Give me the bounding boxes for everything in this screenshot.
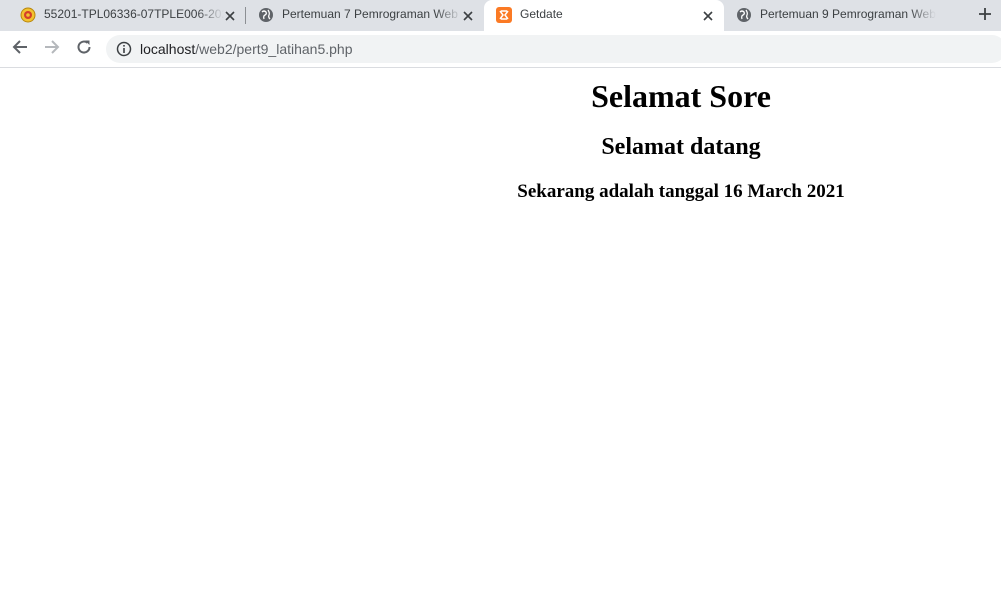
greeting-heading: Selamat Sore xyxy=(591,78,771,114)
tab-course[interactable]: 55201-TPL06336-07TPLE006-2021 xyxy=(8,0,246,31)
url-host: localhost xyxy=(140,41,196,57)
tab-pertemuan-9[interactable]: Pertemuan 9 Pemrograman Web 2 xyxy=(724,0,964,31)
close-icon[interactable] xyxy=(460,8,476,24)
toolbar: localhost/web2/pert9_latihan5.php xyxy=(0,31,1001,68)
browser-window: 55201-TPL06336-07TPLE006-2021 Pertemuan … xyxy=(0,0,1001,598)
tab-title: Getdate xyxy=(520,7,563,21)
tab-title: Pertemuan 9 Pemrograman Web 2 xyxy=(760,7,936,21)
date-heading: Sekarang adalah tanggal 16 March 2021 xyxy=(517,181,845,202)
url-path: /web2/pert9_latihan5.php xyxy=(195,41,353,57)
tab-pertemuan-7[interactable]: Pertemuan 7 Pemrograman Web 2 xyxy=(246,0,484,31)
tab-strip: 55201-TPL06336-07TPLE006-2021 Pertemuan … xyxy=(0,0,1001,31)
new-tab-button[interactable] xyxy=(974,5,996,27)
welcome-heading: Selamat datang xyxy=(601,134,761,160)
tab-title: 55201-TPL06336-07TPLE006-2021 xyxy=(44,7,224,21)
tab-getdate[interactable]: Getdate xyxy=(484,0,724,31)
reload-button[interactable] xyxy=(73,38,95,60)
arrow-left-icon xyxy=(12,39,28,60)
info-icon[interactable] xyxy=(116,41,132,57)
xampp-icon xyxy=(496,7,512,23)
arrow-right-icon xyxy=(44,39,60,60)
globe-icon xyxy=(736,7,752,23)
back-button[interactable] xyxy=(9,38,31,60)
close-icon[interactable] xyxy=(222,8,238,24)
address-bar[interactable]: localhost/web2/pert9_latihan5.php xyxy=(106,35,1001,63)
globe-icon xyxy=(258,7,274,23)
page-content: Selamat Sore Selamat datang Sekarang ada… xyxy=(0,68,1001,598)
close-icon[interactable] xyxy=(700,8,716,24)
university-seal-icon xyxy=(20,7,36,23)
tab-title: Pertemuan 7 Pemrograman Web 2 xyxy=(282,7,462,21)
plus-icon xyxy=(978,7,992,26)
reload-icon xyxy=(76,39,92,60)
url-text[interactable]: localhost/web2/pert9_latihan5.php xyxy=(140,35,353,63)
forward-button[interactable] xyxy=(41,38,63,60)
